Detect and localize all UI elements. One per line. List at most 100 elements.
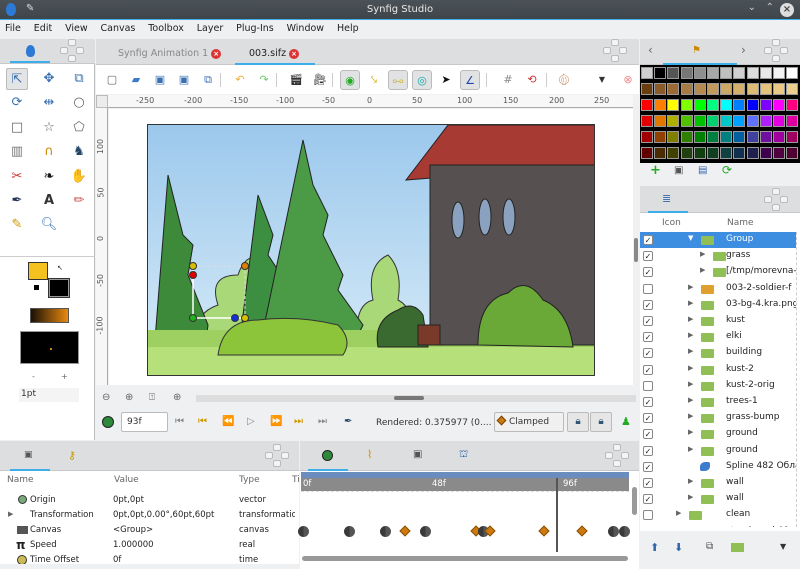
color-swatch[interactable] — [654, 131, 667, 143]
layers-tab-icon[interactable]: ≣ — [662, 192, 671, 205]
waypoint-circle[interactable] — [298, 526, 309, 537]
param-value[interactable]: 0f — [113, 555, 121, 564]
collapse-arrow-icon[interactable]: ▼ — [688, 234, 693, 242]
seek-prev-frame-icon[interactable]: ⏪ — [222, 416, 234, 427]
color-swatch[interactable] — [667, 131, 680, 143]
sketch-tool-icon[interactable]: ✋ — [68, 166, 90, 188]
waypoint-circle[interactable] — [608, 526, 620, 537]
toggle-angle-ducks-icon[interactable]: ∠ — [460, 70, 480, 90]
size-increase-button[interactable]: + — [61, 372, 68, 381]
color-swatch[interactable] — [667, 67, 680, 79]
expand-arrow-icon[interactable]: ▶ — [688, 299, 693, 307]
column-name[interactable]: Name — [727, 218, 754, 228]
more-options-icon[interactable]: ▼ — [592, 70, 612, 90]
close-document-icon[interactable]: ⊗ — [618, 70, 638, 90]
fill-color-swatch[interactable] — [48, 278, 70, 298]
layer-row[interactable]: ▶ kust-2-orig — [640, 378, 796, 394]
color-swatch[interactable] — [667, 115, 680, 127]
smooth-move-tool-icon[interactable]: ✥ — [38, 68, 60, 90]
color-swatch[interactable] — [733, 147, 746, 159]
gradient-tool-icon[interactable]: ▥ — [6, 141, 28, 163]
seek-next-frame-icon[interactable]: ⏩ — [270, 416, 282, 427]
column-time[interactable]: Ti — [292, 475, 300, 485]
undo-icon[interactable]: ↶ — [230, 70, 250, 90]
origin-handle[interactable] — [189, 314, 197, 322]
layer-row[interactable]: ✓ ▶ elki — [640, 329, 796, 345]
reset-colors-icon[interactable] — [34, 285, 39, 290]
color-swatch[interactable] — [786, 99, 799, 111]
menu-edit[interactable]: Edit — [29, 20, 57, 34]
raise-layer-icon[interactable]: ⬆ — [650, 541, 659, 554]
layer-row[interactable]: ▶ 003-2-soldier-f — [640, 281, 796, 297]
color-swatch[interactable] — [720, 131, 733, 143]
timeline-vertical-scrollbar[interactable] — [632, 487, 637, 515]
param-value[interactable]: 0pt,0pt — [113, 495, 144, 505]
waypoint-circle[interactable] — [618, 526, 630, 537]
star-tool-icon[interactable]: ☆ — [38, 117, 60, 139]
color-swatch[interactable] — [746, 83, 759, 95]
layer-row[interactable]: ▶ clean — [640, 507, 796, 523]
canvas-vertical-scrollbar[interactable] — [633, 96, 639, 387]
toggle-position-ducks-icon[interactable]: ◉ — [340, 70, 360, 90]
canvas-browser-tab-icon[interactable]: ▣ — [413, 449, 422, 460]
time-ruler[interactable]: 0f 48f 96f — [301, 478, 629, 491]
param-value[interactable]: 0pt,0pt,0.00°,60pt,60pt — [113, 510, 214, 520]
param-value[interactable]: <Group> — [113, 525, 153, 535]
expand-arrow-icon[interactable]: ▶ — [688, 364, 693, 372]
load-palette-icon[interactable]: ▤ — [698, 165, 707, 176]
color-swatch[interactable] — [720, 115, 733, 127]
zoom-100-icon[interactable]: ⍐ — [149, 392, 155, 403]
param-row-origin[interactable]: Origin 0pt,0pt vector — [0, 494, 299, 509]
color-swatch[interactable] — [759, 99, 772, 111]
prev-panel-chevron-icon[interactable]: ‹ — [648, 43, 653, 57]
layer-row[interactable]: ✓ ▶ wall — [640, 475, 796, 491]
dock-handle[interactable] — [605, 444, 629, 468]
color-swatch[interactable] — [654, 147, 667, 159]
save-as-icon[interactable]: ▣ — [174, 70, 194, 90]
layer-row[interactable]: ✓ Spline 482 Обла — [640, 459, 796, 475]
seek-end-icon[interactable]: ⏭ — [318, 416, 327, 427]
maximize-icon[interactable]: ⌃ — [766, 2, 774, 13]
param-row-speed[interactable]: π Speed 1.000000 real — [0, 538, 299, 554]
expand-arrow-icon[interactable]: ▶ — [688, 493, 693, 501]
color-swatch[interactable] — [680, 83, 693, 95]
timetrack-tab-icon[interactable] — [322, 450, 333, 461]
canvas-horizontal-scrollbar[interactable] — [196, 395, 636, 402]
color-swatch[interactable] — [693, 147, 706, 159]
more-actions-icon[interactable]: ▼ — [780, 542, 786, 551]
color-swatch[interactable] — [733, 67, 746, 79]
param-value[interactable]: 1.000000 — [113, 540, 154, 550]
refresh-palette-icon[interactable]: ⟳ — [722, 163, 732, 177]
outline-color-swatch[interactable] — [28, 262, 48, 280]
color-swatch[interactable] — [733, 99, 746, 111]
column-icon[interactable]: Icon — [662, 218, 681, 228]
lower-layer-icon[interactable]: ⬇ — [674, 541, 683, 554]
layer-row[interactable]: ✓ ▶ ground — [640, 426, 796, 442]
spline-tool-icon[interactable]: ∩ — [38, 141, 60, 163]
render-icon[interactable]: 🎬︎ — [286, 70, 306, 90]
library-tab-key-icon[interactable]: ⚷ — [68, 449, 76, 462]
expand-arrow-icon[interactable]: ▶ — [688, 315, 693, 323]
doc-tab-003-sifz[interactable]: 003.sifz × — [249, 48, 300, 59]
layer-visibility-checkbox[interactable] — [643, 510, 653, 521]
param-row-time-offset[interactable]: Time Offset 0f time — [0, 554, 299, 564]
brush-size-field[interactable]: 1pt — [19, 388, 79, 402]
color-swatch[interactable] — [641, 67, 653, 79]
redo-icon[interactable]: ↷ — [254, 70, 274, 90]
text-tool-icon[interactable]: A — [38, 190, 60, 212]
width-tool-icon[interactable]: ✎ — [6, 214, 28, 236]
color-swatch[interactable] — [641, 99, 653, 111]
current-frame-field[interactable]: 93f — [121, 412, 168, 432]
layer-visibility-checkbox[interactable]: ✓ — [643, 348, 653, 359]
color-swatch[interactable] — [680, 99, 693, 111]
color-swatch[interactable] — [693, 115, 706, 127]
color-swatch[interactable] — [707, 131, 719, 143]
color-swatch[interactable] — [707, 67, 719, 79]
close-window-button[interactable]: × — [780, 3, 794, 17]
color-swatch[interactable] — [773, 99, 785, 111]
layer-visibility-checkbox[interactable]: ✓ — [643, 235, 653, 245]
future-keyframes-lock-icon[interactable]: 🔒︎ — [590, 412, 612, 432]
color-swatch[interactable] — [707, 83, 719, 95]
layer-visibility-checkbox[interactable]: ✓ — [643, 478, 653, 488]
color-swatch[interactable] — [786, 131, 799, 143]
